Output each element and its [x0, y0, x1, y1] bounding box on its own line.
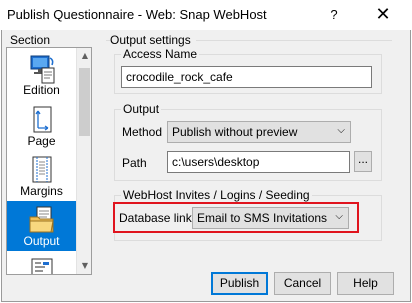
- section-item-label: Page: [27, 134, 56, 148]
- method-select-value: Publish without preview: [172, 125, 298, 139]
- page-icon: [33, 106, 52, 133]
- window-title: Publish Questionnaire - Web: Snap WebHos…: [7, 7, 267, 22]
- scroll-up-icon[interactable]: ▲: [77, 48, 91, 64]
- section-list-scrollbar[interactable]: ▲ ▼: [76, 48, 91, 274]
- scroll-down-icon[interactable]: ▼: [77, 258, 91, 274]
- section-heading: Section: [10, 33, 51, 47]
- form-icon: [31, 258, 53, 274]
- browse-button[interactable]: ...: [354, 151, 372, 172]
- help-title-button[interactable]: ?: [327, 8, 341, 22]
- method-select[interactable]: Publish without preview ⌵: [167, 121, 351, 143]
- chevron-down-icon: ⌵: [337, 125, 345, 136]
- section-item-margins[interactable]: Margins: [7, 151, 76, 201]
- output-settings-heading: Output settings: [110, 33, 191, 47]
- edition-icon: [30, 55, 55, 84]
- section-item-label: Margins: [20, 184, 63, 198]
- database-link-select-value: Email to SMS Invitations: [197, 211, 328, 225]
- output-group-label: Output: [121, 102, 162, 116]
- cancel-button[interactable]: Cancel: [274, 272, 331, 295]
- path-label: Path: [122, 156, 147, 170]
- access-name-input[interactable]: crocodile_rock_cafe: [121, 66, 372, 88]
- section-item-label: Edition: [23, 83, 60, 97]
- path-input[interactable]: c:\users\desktop: [167, 151, 350, 173]
- database-link-select[interactable]: Email to SMS Invitations ⌵: [192, 207, 349, 229]
- section-item-form[interactable]: [7, 253, 76, 274]
- webhost-group-label: WebHost Invites / Logins / Seeding: [121, 188, 312, 202]
- section-item-page[interactable]: Page: [7, 101, 76, 151]
- chevron-down-icon: ⌵: [335, 211, 343, 222]
- section-item-edition[interactable]: Edition: [7, 50, 76, 100]
- access-name-label: Access Name: [121, 47, 200, 61]
- section-item-label: Output: [23, 234, 60, 248]
- section-list[interactable]: Edition Page Margins Output ▲ ▼: [6, 47, 92, 275]
- heading-rule: [106, 40, 110, 41]
- help-button[interactable]: Help: [337, 272, 394, 295]
- scroll-thumb[interactable]: [79, 68, 90, 136]
- title-bar: Publish Questionnaire - Web: Snap WebHos…: [0, 0, 412, 30]
- heading-rule: [196, 40, 392, 41]
- output-folder-icon: [29, 206, 54, 233]
- close-button[interactable]: ✕: [366, 4, 400, 26]
- publish-button[interactable]: Publish: [211, 272, 268, 295]
- method-label: Method: [122, 125, 163, 139]
- section-item-output[interactable]: Output: [7, 201, 76, 251]
- database-link-label: Database link: [119, 211, 192, 225]
- margins-icon: [32, 156, 52, 183]
